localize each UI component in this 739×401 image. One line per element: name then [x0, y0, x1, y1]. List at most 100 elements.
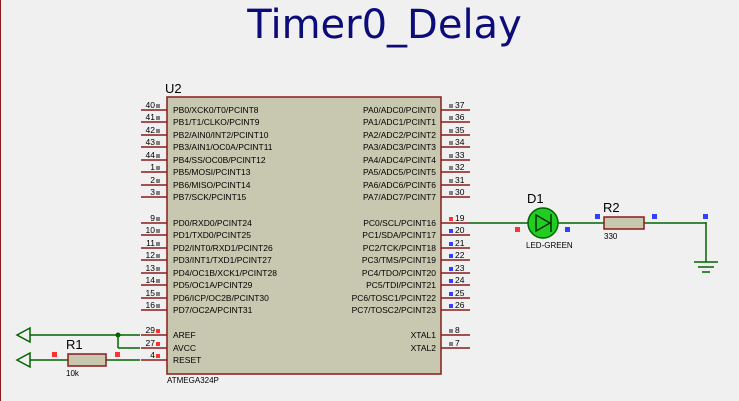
right-pin-marker — [449, 129, 453, 133]
right-pin-name: PC5/TDI/PCINT21 — [366, 280, 436, 290]
left-pin-name: PB7/SCK/PCINT15 — [173, 192, 247, 202]
right-pin-number: 8 — [455, 325, 460, 335]
right-pin-marker — [449, 329, 453, 333]
left-pin-number: 29 — [145, 325, 155, 335]
r1-value-label: 10k — [66, 369, 79, 378]
right-pin-number: 22 — [455, 250, 465, 260]
right-pin-marker — [449, 179, 453, 183]
right-pin-number: 21 — [455, 238, 465, 248]
right-pin-name: PA1/ADC1/PCINT1 — [362, 117, 436, 127]
right-pin-number: 19 — [455, 213, 465, 223]
right-pin-marker — [449, 267, 453, 271]
right-pin-marker — [449, 242, 453, 246]
right-pin-marker — [449, 292, 453, 296]
right-pin-marker — [449, 154, 453, 158]
ground-marker — [703, 214, 708, 219]
left-pin-number: 27 — [145, 338, 155, 348]
right-pin-number: 20 — [455, 225, 465, 235]
left-pin-name: RESET — [173, 355, 202, 365]
power-terminal-top[interactable] — [15, 326, 31, 344]
left-pin-number: 41 — [145, 112, 155, 122]
left-pin-name: PD0/RXD0/PCINT24 — [173, 218, 252, 228]
right-pin-name: XTAL1 — [410, 330, 436, 340]
d1-value-label: LED-GREEN — [526, 241, 573, 250]
left-pin-name: AREF — [173, 330, 196, 340]
right-pin-name: PA4/ADC4/PCINT4 — [362, 155, 436, 165]
right-pin-marker — [449, 116, 453, 120]
left-pin-marker — [156, 329, 160, 333]
left-pin-number: 9 — [150, 213, 155, 223]
right-pin-name: PC0/SCL/PCINT16 — [363, 218, 436, 228]
power-terminal-bottom[interactable] — [15, 351, 31, 369]
left-pin-number: 44 — [145, 150, 155, 160]
left-pin-marker — [156, 354, 160, 358]
right-pin-marker — [449, 229, 453, 233]
right-pin-name: PA5/ADC5/PCINT5 — [362, 167, 436, 177]
left-pin-number: 16 — [145, 300, 155, 310]
d1-ref-label: D1 — [527, 191, 544, 206]
left-pin-number: 12 — [145, 250, 155, 260]
left-pin-marker — [156, 292, 160, 296]
right-pin-number: 32 — [455, 162, 465, 172]
r2-ref-label: R2 — [603, 200, 620, 215]
right-pin-number: 23 — [455, 263, 465, 273]
left-pin-number: 3 — [150, 187, 155, 197]
right-pin-name: PA2/ADC2/PCINT2 — [362, 130, 436, 140]
left-pin-number: 10 — [145, 225, 155, 235]
left-pin-name: PD7/OC2A/PCINT31 — [173, 305, 253, 315]
ground-symbol[interactable] — [694, 222, 718, 273]
right-pin-number: 30 — [455, 187, 465, 197]
right-pin-number: 31 — [455, 175, 465, 185]
right-pin-name: PA3/ADC3/PCINT3 — [362, 142, 436, 152]
left-pin-number: 14 — [145, 275, 155, 285]
left-pin-name: PB2/AIN0/INT2/PCINT10 — [173, 130, 269, 140]
right-pin-marker — [449, 304, 453, 308]
right-pin-number: 7 — [455, 338, 460, 348]
left-pin-marker — [156, 179, 160, 183]
left-pin-number: 1 — [150, 162, 155, 172]
left-pin-name: PB0/XCK0/T0/PCINT8 — [173, 105, 259, 115]
right-pin-name: PC1/SDA/PCINT17 — [362, 230, 436, 240]
left-pin-number: 13 — [145, 263, 155, 273]
r2-right-marker — [652, 214, 657, 219]
left-pin-marker — [156, 279, 160, 283]
left-pin-marker — [156, 267, 160, 271]
left-pin-number: 43 — [145, 137, 155, 147]
left-pin-name: AVCC — [173, 343, 196, 353]
right-pin-number: 36 — [455, 112, 465, 122]
left-pin-name: PD1/TXD0/PCINT25 — [173, 230, 251, 240]
left-pin-number: 11 — [146, 238, 155, 248]
left-pin-number: 2 — [150, 175, 155, 185]
left-pin-marker — [156, 129, 160, 133]
left-pin-marker — [156, 342, 160, 346]
u2-part-label: ATMEGA324P — [167, 376, 219, 385]
right-pin-number: 35 — [455, 125, 465, 135]
left-pin-name: PB1/T1/CLKO/PCINT9 — [173, 117, 260, 127]
left-pin-marker — [156, 116, 160, 120]
r2-left-marker — [595, 214, 600, 219]
r1-right-marker — [115, 352, 120, 357]
left-pin-name: PB4/SS/OC0B/PCINT12 — [173, 155, 266, 165]
r1-resistor[interactable] — [67, 353, 107, 367]
right-pin-name: PC2/TCK/PCINT18 — [362, 243, 436, 253]
r2-value-label: 330 — [604, 232, 618, 241]
left-pin-number: 40 — [145, 100, 155, 110]
right-pin-number: 25 — [455, 288, 465, 298]
left-pin-marker — [156, 229, 160, 233]
left-pin-marker — [156, 254, 160, 258]
left-pin-number: 4 — [150, 350, 155, 360]
led-cathode-marker — [565, 227, 570, 232]
r2-resistor[interactable] — [603, 216, 645, 230]
left-pin-name: PB6/MISO/PCINT14 — [173, 180, 251, 190]
right-pin-marker — [449, 166, 453, 170]
right-pin-name: PC4/TDO/PCINT20 — [361, 268, 436, 278]
left-pin-name: PB5/MOSI/PCINT13 — [173, 167, 251, 177]
r1-ref-label: R1 — [66, 337, 83, 352]
left-pin-number: 42 — [145, 125, 155, 135]
left-pin-name: PD5/OC1A/PCINT29 — [173, 280, 253, 290]
right-pin-number: 34 — [455, 137, 465, 147]
junction-dot — [115, 332, 121, 338]
led-d1[interactable] — [527, 207, 559, 239]
right-pin-marker — [449, 279, 453, 283]
right-pin-name: XTAL2 — [410, 343, 436, 353]
